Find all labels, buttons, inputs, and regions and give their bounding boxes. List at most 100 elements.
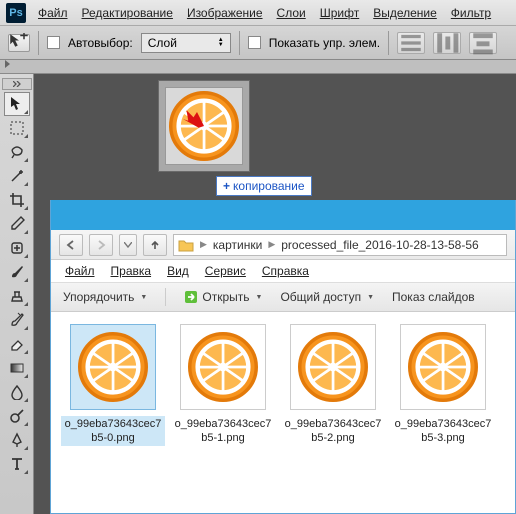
toolbar-open[interactable]: Открыть▼ (184, 290, 262, 304)
file-name-label: o_99eba73643cec7b5-0.png (61, 416, 165, 446)
menu-file[interactable]: Файл (38, 6, 68, 20)
tool-column-collapse[interactable] (2, 78, 32, 90)
breadcrumb-chevron-icon: ▶ (200, 239, 207, 250)
eyedropper-tool[interactable] (4, 212, 30, 236)
pen-tool[interactable] (4, 428, 30, 452)
nav-up-button[interactable] (143, 234, 167, 256)
breadcrumb-chevron-icon: ▶ (268, 239, 275, 250)
menu-type[interactable]: Шрифт (320, 6, 359, 20)
gradient-tool[interactable] (4, 356, 30, 380)
file-list-pane[interactable]: o_99eba73643cec7b5-0.png o_99eba73643cec… (51, 312, 515, 458)
menu-edit[interactable]: Редактирование (82, 6, 173, 20)
align-button-3[interactable] (469, 32, 497, 54)
address-field[interactable]: ▶ картинки ▶ processed_file_2016-10-28-1… (173, 234, 507, 256)
history-brush-tool[interactable] (4, 308, 30, 332)
document-thumbnail[interactable] (158, 80, 250, 172)
type-tool[interactable] (4, 452, 30, 476)
file-thumbnail (180, 324, 266, 410)
folder-icon (178, 238, 194, 252)
breadcrumb-part-2[interactable]: processed_file_2016-10-28-13-58-56 (281, 238, 478, 252)
magic-wand-tool[interactable] (4, 164, 30, 188)
file-item[interactable]: o_99eba73643cec7b5-1.png (171, 324, 275, 446)
file-item[interactable]: o_99eba73643cec7b5-3.png (391, 324, 495, 446)
orange-slice-icon (188, 332, 258, 402)
panel-collapse-bar[interactable] (0, 60, 516, 74)
align-button-1[interactable] (397, 32, 425, 54)
explorer-titlebar[interactable] (51, 200, 515, 230)
ps-tool-column (0, 74, 34, 514)
explorer-address-bar: ▶ картинки ▶ processed_file_2016-10-28-1… (51, 230, 515, 260)
chevron-down-icon (124, 242, 132, 248)
file-item[interactable]: o_99eba73643cec7b5-2.png (281, 324, 385, 446)
chevrons-icon (13, 81, 21, 87)
ps-main-menu: Файл Редактирование Изображение Слои Шри… (38, 6, 491, 20)
autoselect-label: Автовыбор: (68, 36, 133, 50)
crop-tool[interactable] (4, 188, 30, 212)
toolbar-slideshow[interactable]: Показ слайдов (392, 290, 475, 304)
file-thumbnail (400, 324, 486, 410)
autoselect-target-value: Слой (148, 36, 177, 50)
file-name-label: o_99eba73643cec7b5-3.png (391, 416, 495, 446)
show-transform-controls-checkbox[interactable] (248, 36, 261, 49)
separator-icon (165, 288, 166, 306)
orange-slice-icon (298, 332, 368, 402)
move-tool[interactable] (4, 92, 30, 116)
explorer-window: ▶ картинки ▶ processed_file_2016-10-28-1… (50, 200, 516, 514)
move-tool-indicator-icon[interactable] (8, 34, 30, 52)
open-icon (184, 290, 198, 304)
nav-back-button[interactable] (59, 234, 83, 256)
brush-tool[interactable] (4, 260, 30, 284)
file-name-label: o_99eba73643cec7b5-2.png (281, 416, 385, 446)
divider-icon (388, 31, 389, 55)
explorer-toolbar: Упорядочить▼ Открыть▼ Общий доступ▼ Пока… (51, 282, 515, 312)
dodge-tool[interactable] (4, 404, 30, 428)
autoselect-checkbox[interactable] (47, 36, 60, 49)
orange-slice-icon (408, 332, 478, 402)
clone-stamp-tool[interactable] (4, 284, 30, 308)
chevron-down-icon: ▼ (367, 294, 374, 301)
breadcrumb-part-1[interactable]: картинки (213, 238, 262, 252)
chevron-down-icon: ▼ (140, 294, 147, 301)
healing-brush-tool[interactable] (4, 236, 30, 260)
copy-tooltip-text: копирование (233, 179, 305, 193)
menu-layers[interactable]: Слои (277, 6, 306, 20)
explorer-menu-edit[interactable]: Правка (111, 264, 152, 278)
lasso-tool[interactable] (4, 140, 30, 164)
file-name-label: o_99eba73643cec7b5-1.png (171, 416, 275, 446)
eraser-tool[interactable] (4, 332, 30, 356)
explorer-menu-service[interactable]: Сервис (205, 264, 246, 278)
divider-icon (239, 31, 240, 55)
toolbar-organize[interactable]: Упорядочить▼ (63, 290, 147, 304)
file-thumbnail (290, 324, 376, 410)
arrow-up-icon (149, 239, 161, 251)
align-button-2[interactable] (433, 32, 461, 54)
ps-logo-icon: Ps (6, 3, 26, 23)
explorer-menu-view[interactable]: Вид (167, 264, 189, 278)
explorer-menu-file[interactable]: Файл (65, 264, 95, 278)
menu-filter[interactable]: Фильтр (451, 6, 491, 20)
orange-slice-preview-icon (169, 91, 239, 161)
select-stepper-icon: ▲▼ (218, 38, 224, 48)
chevron-right-icon (4, 60, 12, 68)
ps-title-bar: Ps Файл Редактирование Изображение Слои … (0, 0, 516, 26)
marquee-tool[interactable] (4, 116, 30, 140)
show-controls-label: Показать упр. элем. (269, 36, 380, 50)
autoselect-target-select[interactable]: Слой ▲▼ (141, 33, 231, 53)
divider-icon (38, 31, 39, 55)
nav-forward-button[interactable] (89, 234, 113, 256)
explorer-menu-bar: Файл Правка Вид Сервис Справка (51, 260, 515, 282)
toolbar-share[interactable]: Общий доступ▼ (280, 290, 374, 304)
blur-tool[interactable] (4, 380, 30, 404)
file-thumbnail (70, 324, 156, 410)
plus-icon: + (223, 179, 230, 193)
explorer-menu-help[interactable]: Справка (262, 264, 309, 278)
ps-options-bar: Автовыбор: Слой ▲▼ Показать упр. элем. (0, 26, 516, 60)
chevron-down-icon: ▼ (256, 294, 263, 301)
file-item[interactable]: o_99eba73643cec7b5-0.png (61, 324, 165, 446)
arrow-left-icon (66, 240, 76, 250)
nav-recent-button[interactable] (119, 234, 137, 256)
menu-select[interactable]: Выделение (373, 6, 437, 20)
arrow-right-icon (96, 240, 106, 250)
menu-image[interactable]: Изображение (187, 6, 263, 20)
orange-slice-icon (78, 332, 148, 402)
